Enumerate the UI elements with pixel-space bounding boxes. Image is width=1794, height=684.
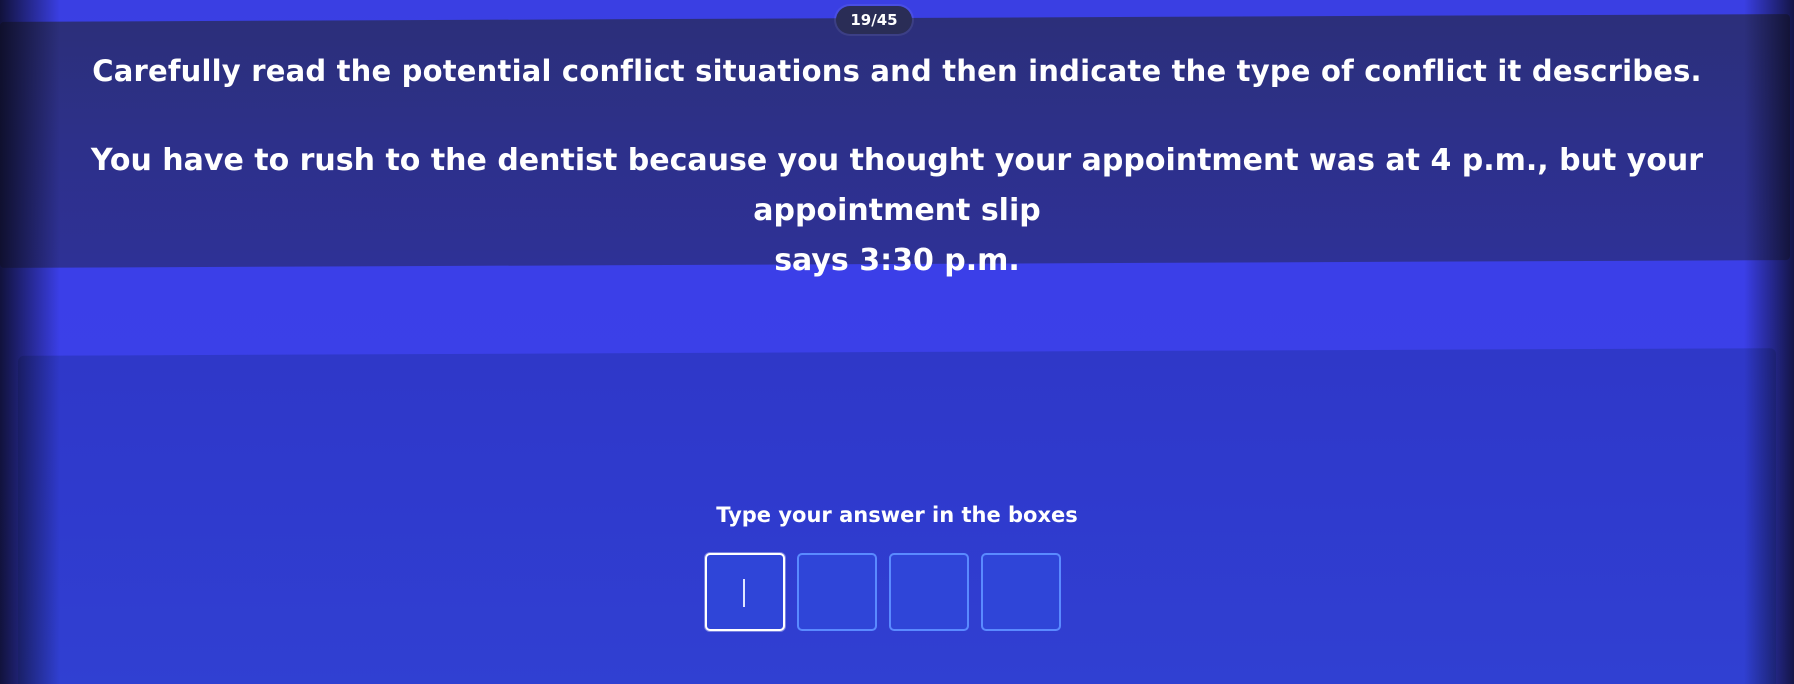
answer-boxes bbox=[705, 553, 1061, 631]
answer-letter-box-1[interactable] bbox=[705, 553, 785, 631]
question-instruction: Carefully read the potential conflict si… bbox=[92, 54, 1702, 88]
answer-letter-box-2[interactable] bbox=[797, 553, 877, 631]
question-counter: 19/45 bbox=[836, 6, 912, 34]
screen-edge-left bbox=[0, 0, 60, 684]
screen-edge-right bbox=[1744, 0, 1794, 684]
answer-letter-box-3[interactable] bbox=[889, 553, 969, 631]
answer-letter-box-4[interactable] bbox=[981, 553, 1061, 631]
scenario-line-2: says 3:30 p.m. bbox=[774, 243, 1020, 278]
question-scenario: You have to rush to the dentist because … bbox=[40, 136, 1754, 286]
quiz-screen: 19/45 Carefully read the potential confl… bbox=[0, 0, 1794, 684]
answer-hint: Type your answer in the boxes bbox=[716, 503, 1078, 527]
scenario-line-1: You have to rush to the dentist because … bbox=[90, 143, 1704, 228]
text-caret bbox=[743, 579, 745, 607]
